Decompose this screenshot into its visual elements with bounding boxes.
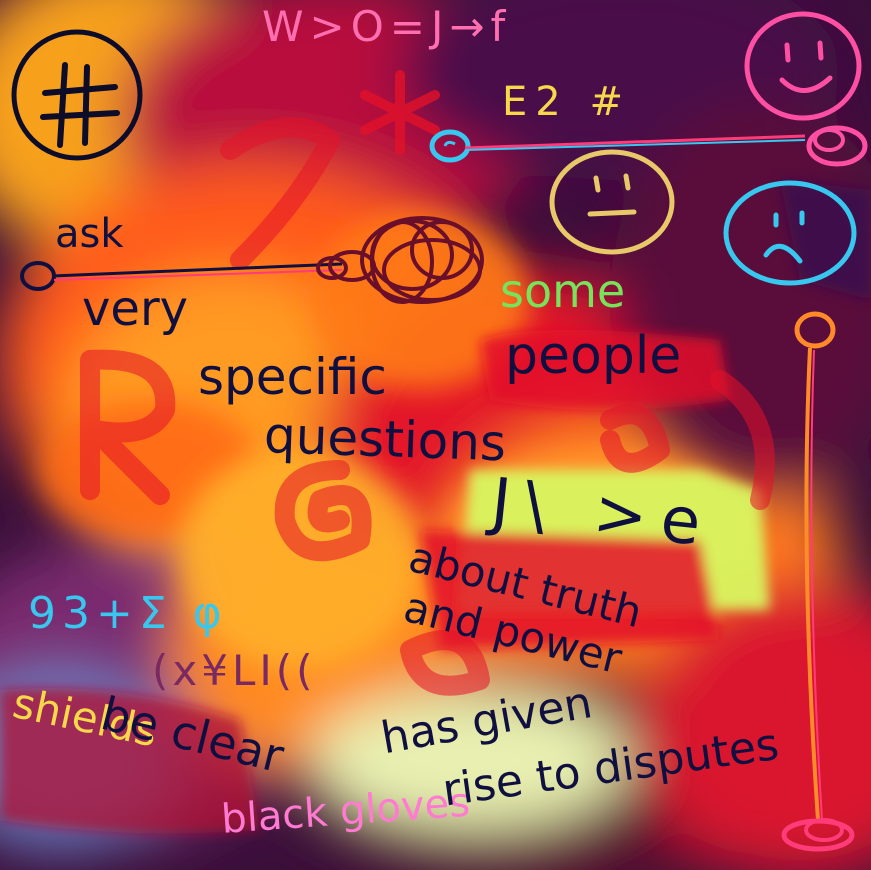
greek-text: 93+Σ φ <box>28 588 228 639</box>
e2-text: E2 # <box>502 79 631 125</box>
misc-symbols-text: (x¥LI(( <box>152 646 317 695</box>
vertical-line-decoration <box>781 311 855 852</box>
specific-text: specific <box>198 348 387 406</box>
people-text: people <box>505 326 682 386</box>
sad-face-icon <box>723 180 857 286</box>
questions-text: questions <box>263 406 508 473</box>
formula-text: W>O=J→f <box>262 2 512 51</box>
neutral-face-icon <box>549 149 675 255</box>
ask-text: ask <box>55 211 124 257</box>
very-text: very <box>82 281 189 337</box>
smiley-face-icon <box>744 11 862 121</box>
hash-in-circle-icon <box>11 29 143 161</box>
drawing-canvas: W>O=J→f E2 # ask very some people specif… <box>0 0 871 870</box>
some-text: some <box>500 264 626 318</box>
